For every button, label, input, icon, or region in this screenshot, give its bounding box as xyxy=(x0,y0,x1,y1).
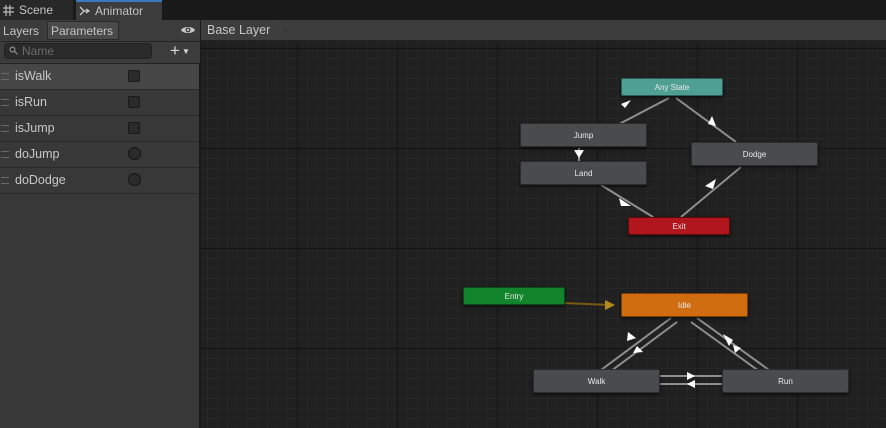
parameter-row[interactable]: doDodge xyxy=(0,168,199,194)
tab-animator[interactable]: Animator xyxy=(76,0,162,20)
bool-checkbox[interactable] xyxy=(128,96,140,108)
transition-land-exit xyxy=(600,184,654,218)
arrow-head xyxy=(705,179,716,189)
tab-scene-label: Scene xyxy=(19,3,54,17)
eye-icon[interactable] xyxy=(180,23,196,37)
parameter-list: isWalk isRun isJump doJump doDodge xyxy=(0,64,199,194)
tab-layers[interactable]: Layers xyxy=(0,21,45,40)
transition-anystate-dodge xyxy=(675,97,737,143)
parameter-name[interactable]: isWalk xyxy=(15,69,51,83)
state-any-state[interactable]: Any State xyxy=(621,78,723,96)
arrow-entry-idle xyxy=(605,300,615,310)
state-walk[interactable]: Walk xyxy=(533,369,660,393)
bool-checkbox[interactable] xyxy=(128,122,140,134)
transition-run-idle xyxy=(690,321,764,375)
window-tab-bar: Scene Animator xyxy=(0,0,886,20)
arrow-head xyxy=(723,334,733,346)
parameter-row[interactable]: isRun xyxy=(0,90,199,116)
panel-subtabs: Layers Parameters xyxy=(0,20,200,42)
state-run[interactable]: Run xyxy=(722,369,849,393)
animator-icon xyxy=(78,5,90,17)
grid-icon xyxy=(2,4,14,16)
animator-graph[interactable]: Base Layer Any State Jump Dodge Land Exi… xyxy=(201,20,886,428)
state-exit[interactable]: Exit xyxy=(628,217,730,235)
add-parameter-button[interactable]: + ▼ xyxy=(170,41,198,60)
parameter-row[interactable]: doJump xyxy=(0,142,199,168)
bool-checkbox[interactable] xyxy=(128,70,140,82)
arrow-head xyxy=(687,380,695,388)
transition-lines xyxy=(562,97,770,388)
parameter-name[interactable]: doDodge xyxy=(15,173,66,187)
parameters-panel: Layers Parameters Name + ▼ isWalk isRun xyxy=(0,20,200,428)
arrow-head xyxy=(621,100,631,108)
transition-dodge-exit xyxy=(680,166,742,218)
dropdown-caret-icon: ▼ xyxy=(181,46,190,56)
parameter-row[interactable]: isWalk xyxy=(0,64,199,90)
parameter-name[interactable]: isJump xyxy=(15,121,55,135)
search-icon xyxy=(9,44,19,58)
trigger-radio[interactable] xyxy=(128,173,141,186)
state-idle[interactable]: Idle xyxy=(621,293,748,317)
transition-idle-run xyxy=(696,317,770,371)
state-jump[interactable]: Jump xyxy=(520,123,647,147)
tab-parameters[interactable]: Parameters xyxy=(47,21,119,40)
transition-entry-idle xyxy=(562,302,612,306)
transition-walk-idle xyxy=(606,321,678,375)
drag-handle-icon[interactable] xyxy=(1,73,9,80)
trigger-radio[interactable] xyxy=(128,147,141,160)
parameter-search-input[interactable]: Name xyxy=(4,43,152,59)
arrow-head xyxy=(574,150,584,158)
drag-handle-icon[interactable] xyxy=(1,151,9,158)
state-entry[interactable]: Entry xyxy=(463,287,565,305)
tab-scene[interactable]: Scene xyxy=(0,0,73,20)
arrow-head xyxy=(687,372,695,380)
state-dodge[interactable]: Dodge xyxy=(691,142,818,166)
tab-animator-label: Animator xyxy=(95,4,144,18)
drag-handle-icon[interactable] xyxy=(1,99,9,106)
parameter-name[interactable]: doJump xyxy=(15,147,59,161)
parameter-search-row: Name + ▼ xyxy=(0,41,200,64)
search-placeholder: Name xyxy=(22,44,55,58)
state-land[interactable]: Land xyxy=(520,161,647,185)
arrow-head xyxy=(708,116,716,126)
parameter-name[interactable]: isRun xyxy=(15,95,47,109)
arrow-head xyxy=(627,332,636,341)
drag-handle-icon[interactable] xyxy=(1,177,9,184)
parameter-row[interactable]: isJump xyxy=(0,116,199,142)
drag-handle-icon[interactable] xyxy=(1,125,9,132)
plus-icon: + xyxy=(170,41,180,60)
transition-idle-walk xyxy=(600,317,672,371)
